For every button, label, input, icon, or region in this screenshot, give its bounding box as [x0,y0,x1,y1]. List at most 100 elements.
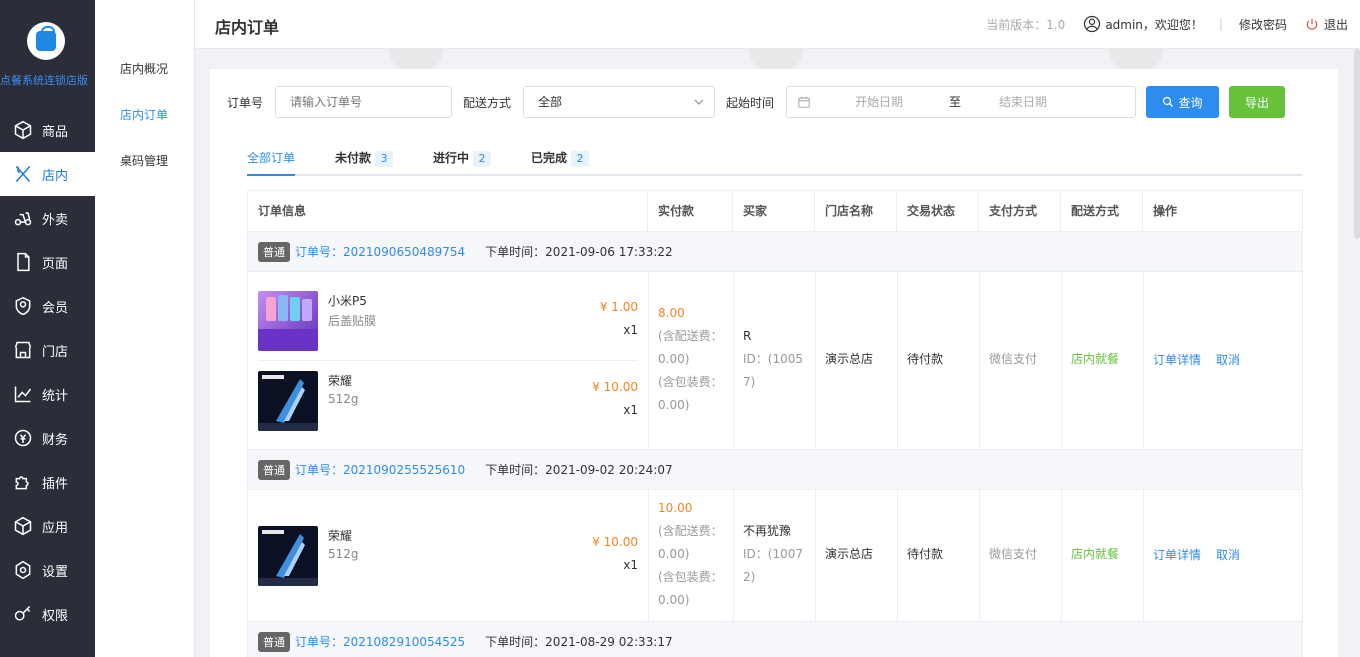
logo: 点餐系统连锁店版 [0,0,95,108]
sidebar-item-instore[interactable]: 店内 [0,152,95,196]
query-button[interactable]: 查询 [1146,86,1219,118]
store-name: 演示总店 [825,547,874,561]
tab-completed[interactable]: 已完成 2 [531,149,590,167]
sidebar-item-stats[interactable]: 统计 [0,372,95,416]
delivery-select-value: 全部 [538,95,563,109]
puzzle-icon [12,471,34,493]
buyer-id: ID：(1007 [743,547,804,561]
member-icon [12,295,34,317]
date-range-picker[interactable]: 开始日期 至 结束日期 [786,86,1136,118]
pack-fee: 0.00) [658,593,690,607]
sub-sidebar: 店内概况 店内订单 桌码管理 [95,0,195,657]
trade-status: 待付款 [907,547,944,561]
product-price: ¥ 1.00 [599,300,638,314]
sidebar-item-takeout[interactable]: 外卖 [0,196,95,240]
query-button-label: 查询 [1178,95,1203,110]
end-date-input[interactable]: 结束日期 [999,87,1047,117]
orders-card: 订单号 配送方式 全部 起始时间 开始日期 至 结束日期 查询 导出 全部订单 … [210,69,1338,657]
buyer-name: R [743,329,752,343]
order-header-row: 普通 订单号：2021090255525610 下单时间：2021-09-02 … [248,450,1302,490]
tab-label: 进行中 [433,151,470,165]
product-quantity: x1 [623,558,638,572]
paid-amount-cell: 8.00 (含配送费： 0.00) (含包装费： 0.00) [658,302,723,417]
order-item: 荣耀 512g ¥ 10.00 x1 [258,526,638,606]
subnav-item-table-codes[interactable]: 桌码管理 [95,138,194,184]
tab-unpaid[interactable]: 未付款 3 [335,149,394,167]
delivery-label: 配送方式 [463,96,512,110]
column-header: 门店名称 [815,191,897,231]
cancel-order-link[interactable]: 取消 [1216,349,1240,372]
sidebar-item-label: 设置 [42,564,69,580]
buyer-cell: 不再犹豫 ID：(1007 2) [743,520,803,589]
paid-amount: 10.00 [658,501,693,515]
pay-method: 微信支付 [989,352,1038,366]
order-number-link[interactable]: 订单号：2021090650489754 [295,243,465,260]
scrollbar[interactable] [1354,49,1360,239]
sidebar-item-plugin[interactable]: 插件 [0,460,95,504]
sidebar-item-label: 门店 [42,344,69,360]
order-header-row: 普通 订单号：2021082910054525 下单时间：2021-08-29 … [248,622,1302,657]
count-badge: 2 [571,151,590,167]
order-no-input[interactable] [275,86,452,118]
order-detail-link[interactable]: 订单详情 [1153,349,1201,372]
table-header: 订单信息 实付款 买家 门店名称 交易状态 支付方式 配送方式 操作 [248,191,1302,232]
sidebar-item-permission[interactable]: 权限 [0,592,95,636]
user-icon [1084,15,1101,33]
sidebar-item-finance[interactable]: 财务 [0,416,95,460]
finance-icon [12,427,34,449]
product-quantity: x1 [623,323,638,337]
delivery-select[interactable]: 全部 [523,86,715,118]
order-item: 小米P5 后盖贴膜 ¥ 1.00 x1 [258,291,638,371]
calendar-icon [798,96,810,108]
order-time: 下单时间：2021-08-29 02:33:17 [485,635,673,649]
order-number-link[interactable]: 订单号：2021090255525610 [295,461,465,478]
order-header-row: 普通 订单号：2021090650489754 下单时间：2021-09-06 … [248,232,1302,272]
column-header: 配送方式 [1061,191,1143,231]
pack-fee-label: (含包装费： [658,375,723,389]
pack-fee: 0.00) [658,398,690,412]
sidebar-item-apps[interactable]: 应用 [0,504,95,548]
sidebar-item-page[interactable]: 页面 [0,240,95,284]
product-name: 荣耀 [328,529,353,543]
tab-in-progress[interactable]: 进行中 2 [433,149,492,167]
page-title: 店内订单 [215,18,280,37]
key-icon [12,603,34,625]
paid-amount: 8.00 [658,306,685,320]
sidebar-item-label: 统计 [42,388,69,404]
sidebar-item-label: 商品 [42,124,69,140]
order-type-tag: 普通 [258,459,290,480]
delivery-fee-label: (含配送费： [658,329,723,343]
tab-label: 已完成 [531,151,568,165]
utensils-icon [12,163,34,185]
order-number-link[interactable]: 订单号：2021082910054525 [295,633,465,650]
tab-label: 全部订单 [247,151,296,165]
product-spec: 512g [328,392,359,406]
subnav-item-overview[interactable]: 店内概况 [95,46,194,92]
settings-icon [12,559,34,581]
logout-link[interactable]: 退出 [1324,16,1348,33]
cancel-order-link[interactable]: 取消 [1216,544,1240,567]
delivery-fee: 0.00) [658,547,690,561]
order-detail-link[interactable]: 订单详情 [1153,544,1201,567]
start-date-input[interactable]: 开始日期 [855,87,903,117]
delivery-fee: 0.00) [658,352,690,366]
sidebar-item-label: 权限 [42,608,69,624]
sidebar-item-store[interactable]: 门店 [0,328,95,372]
user-greeting: admin，欢迎您！ [1105,17,1203,32]
export-button-label: 导出 [1244,95,1269,110]
order-item: 荣耀 512g ¥ 10.00 x1 [258,371,638,451]
product-quantity: x1 [623,403,638,417]
tab-all[interactable]: 全部订单 [247,149,295,166]
subnav-item-orders[interactable]: 店内订单 [95,92,194,138]
sidebar-item-goods[interactable]: 商品 [0,108,95,152]
change-password-link[interactable]: 修改密码 [1239,16,1287,33]
buyer-id: 7) [743,375,756,389]
sidebar-item-label: 店内 [42,168,69,184]
order-time: 下单时间：2021-09-02 20:24:07 [485,463,673,477]
export-button[interactable]: 导出 [1229,86,1285,118]
column-header: 支付方式 [979,191,1061,231]
product-name: 小米P5 [328,294,367,308]
sidebar-item-member[interactable]: 会员 [0,284,95,328]
sidebar-item-settings[interactable]: 设置 [0,548,95,592]
order-time: 下单时间：2021-09-06 17:33:22 [485,245,673,259]
